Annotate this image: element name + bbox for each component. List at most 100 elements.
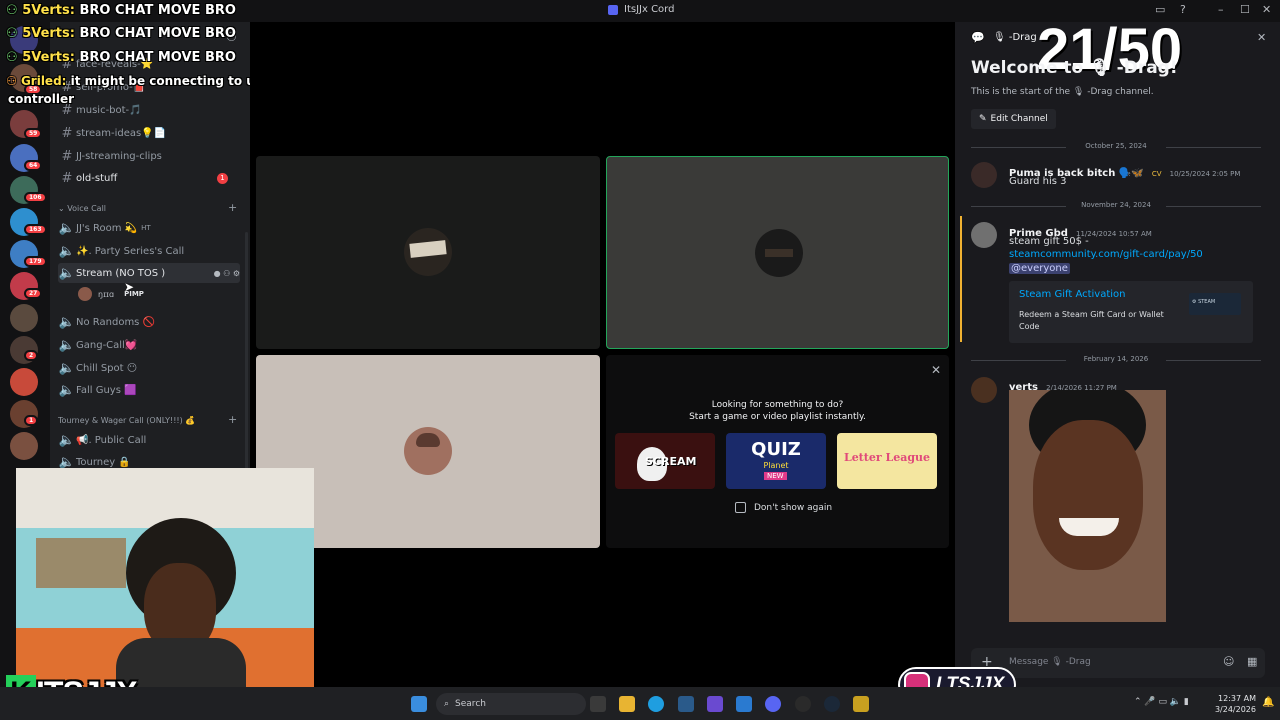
message-image[interactable] — [1009, 390, 1166, 622]
message-time: 10/25/2024 2:05 PM — [1169, 170, 1241, 178]
app-icon[interactable] — [707, 696, 723, 712]
member-name: ŋɪɪɑ — [98, 289, 115, 299]
channel-stream-ideas[interactable]: # stream-ideas💡📄 — [58, 123, 240, 143]
webcam-shelf — [36, 538, 126, 588]
server-icon[interactable] — [10, 432, 38, 460]
close-window-icon[interactable]: ✕ — [1262, 3, 1271, 16]
app-icon[interactable] — [678, 696, 694, 712]
notification-bell-icon[interactable]: 🔔 — [1262, 697, 1274, 708]
message-input[interactable]: Message 🎙 -Drag — [1009, 657, 1091, 667]
channel-label: Fall Guys 🟪 — [76, 384, 137, 396]
dont-show-label: Don't show again — [754, 503, 833, 513]
activity-line1: Looking for something to do? — [711, 400, 844, 410]
clock[interactable]: 12:37 AM 3/24/2026 — [1210, 693, 1256, 715]
webcam-ceiling — [16, 468, 314, 528]
link-embed[interactable]: Steam Gift Activation Redeem a Steam Gif… — [1009, 281, 1253, 343]
steam-icon[interactable] — [824, 696, 840, 712]
speaker-icon: 🔈 — [58, 220, 76, 236]
unread-badge: 163 — [24, 224, 47, 235]
server-icon[interactable] — [10, 304, 38, 332]
game-title: SCREAM — [645, 455, 697, 468]
panel-header-label: -Drag — [1008, 32, 1037, 43]
category-tourney[interactable]: Tourney & Wager Call (ONLY!!!) 💰 — [58, 416, 195, 425]
voice-fall-guys[interactable]: 🔈 Fall Guys 🟪 — [58, 380, 240, 400]
edit-channel-button[interactable]: ✎ Edit Channel — [971, 109, 1056, 129]
chat-user: 5Verts: — [22, 3, 75, 18]
chat-text: it might be connecting to ur — [70, 74, 261, 88]
game-scream[interactable]: SCREAM — [615, 433, 715, 489]
everyone-mention[interactable]: @everyone — [1009, 263, 1070, 274]
task-view-icon[interactable] — [590, 696, 606, 712]
store-icon[interactable] — [736, 696, 752, 712]
category-voice-call[interactable]: ⌄ Voice Call — [58, 204, 106, 213]
channel-old-stuff[interactable]: # old-stuff 1 — [58, 168, 240, 188]
chat-text: BRO CHAT MOVE BRO — [79, 26, 236, 41]
channel-label: JJ's Room 💫 — [76, 222, 138, 234]
category-label: Voice Call — [67, 204, 107, 213]
windows-start-icon[interactable] — [411, 696, 427, 712]
help-icon[interactable]: ? — [1180, 3, 1186, 16]
discord-icon[interactable] — [765, 696, 781, 712]
participant-tile-speaking[interactable] — [606, 156, 949, 349]
search-label: Search — [455, 699, 486, 709]
game-subtitle: Planet — [763, 461, 789, 470]
file-explorer-icon[interactable] — [619, 696, 635, 712]
speaker-icon: 🔈 — [58, 382, 76, 398]
avatar[interactable] — [971, 377, 997, 403]
edge-icon[interactable] — [648, 696, 664, 712]
search-icon: ⌕ — [444, 699, 450, 709]
minimize-icon[interactable]: – — [1218, 3, 1224, 16]
hash-icon: # — [61, 170, 73, 186]
date-divider: February 14, 2026 — [971, 355, 1261, 363]
webcam-feed — [16, 468, 314, 691]
role-badge: CV — [1151, 170, 1162, 178]
avatar[interactable] — [971, 222, 997, 248]
taskbar-search[interactable]: ⌕ Search — [436, 693, 586, 715]
chat-settings-icons[interactable]: ● ⚇ ⚙ — [214, 269, 240, 278]
app-icon[interactable] — [853, 696, 869, 712]
add-channel-icon[interactable]: + — [228, 201, 237, 214]
chat-user: 5Verts: — [22, 50, 75, 65]
chat-line: ⚇ 5Verts: BRO CHAT MOVE BRO — [6, 3, 236, 18]
sign-image — [409, 240, 447, 258]
unread-badge: 64 — [24, 160, 43, 171]
activity-launcher: ✕ Looking for something to do? Start a g… — [606, 355, 949, 548]
message-composer[interactable]: + Message 🎙 -Drag ☺ ▦ — [971, 648, 1265, 678]
unread-badge: 1 — [24, 415, 39, 426]
voice-jjs-room[interactable]: 🔈 JJ's Room 💫 HT — [58, 218, 240, 238]
obs-icon[interactable] — [795, 696, 811, 712]
hash-icon: # — [61, 148, 73, 164]
voice-chill-spot[interactable]: 🔈 Chill Spot 😶 — [58, 358, 240, 378]
channel-label: ✨. Party Series's Call — [76, 245, 185, 257]
avatar[interactable] — [971, 162, 997, 188]
inbox-icon[interactable]: ▭ — [1155, 3, 1165, 16]
channel-jj-streaming-clips[interactable]: # JJ-streaming-clips — [58, 146, 240, 166]
participant-tile[interactable] — [256, 156, 600, 349]
embed-description: Redeem a Steam Gift Card or Wallet Code — [1019, 310, 1164, 331]
voice-public-call[interactable]: 🔈 📢. Public Call — [58, 430, 240, 450]
game-quiz-planet[interactable]: QUIZ Planet NEW — [726, 433, 826, 489]
system-tray-icons[interactable]: ⌃ 🎤 ▭ 🔈 ▮ — [1134, 697, 1189, 707]
close-panel-icon[interactable]: ✕ — [1257, 31, 1266, 44]
game-letter-league[interactable]: Letter League — [837, 433, 937, 489]
emoji-icon[interactable]: ☺ — [1223, 655, 1234, 668]
close-icon[interactable]: ✕ — [931, 363, 941, 377]
voice-gang-call[interactable]: 🔈 Gang-Call💓 — [58, 335, 240, 355]
dont-show-checkbox[interactable] — [735, 502, 746, 513]
maximize-icon[interactable]: ☐ — [1240, 3, 1250, 16]
embed-title[interactable]: Steam Gift Activation — [1019, 289, 1126, 300]
chat-line: ⚇ Griled: it might be connecting to ur — [6, 74, 261, 88]
channel-label: Gang-Call💓 — [76, 339, 138, 351]
add-channel-icon[interactable]: + — [228, 413, 237, 426]
channel-label: No Randoms 🚫 — [76, 316, 156, 328]
voice-party-series[interactable]: 🔈 ✨. Party Series's Call — [58, 241, 240, 261]
voice-no-randoms[interactable]: 🔈 No Randoms 🚫 — [58, 312, 240, 332]
mask-image — [765, 249, 793, 257]
scrollbar[interactable] — [245, 232, 248, 472]
apps-icon[interactable]: ▦ — [1247, 655, 1257, 668]
panel-header: 🎙 -Drag — [993, 32, 1037, 43]
message-body: steam gift 50$ - steamcommunity.com/gift… — [1009, 235, 1219, 261]
message-link[interactable]: steamcommunity.com/gift-card/pay/50 — [1009, 249, 1203, 260]
voice-stream-no-tos[interactable]: 🔈 Stream (NO TOS ) ● ⚇ ⚙ — [58, 263, 240, 283]
server-icon[interactable] — [10, 368, 38, 396]
